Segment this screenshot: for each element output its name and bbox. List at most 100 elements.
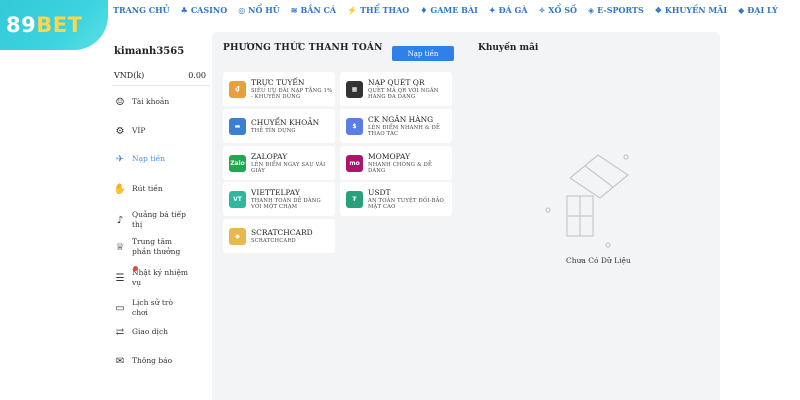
- zalopay-icon: Zalo: [229, 154, 246, 172]
- scratchcard-icon: ◆: [229, 227, 246, 245]
- sidebar-item-2[interactable]: ✈ Nạp tiền: [114, 153, 210, 165]
- balance-value: 0.00: [188, 71, 206, 80]
- empty-state-text: Chưa Có Dữ Liệu: [566, 256, 631, 265]
- brand-logo[interactable]: 89BET: [0, 0, 108, 50]
- payment-method-card[interactable]: ₮ USDT AN TOÀN TUYỆT ĐỐI-BẢO MẬT CAO: [340, 182, 452, 216]
- top-nav: TRANG CHỦ ♣ CASINO ◎ NỔ HŨ ≋ BẮN CÁ ⚡ THỂ THAO ♦ G…: [113, 4, 778, 16]
- sidebar-item-label: Quảng bá tiếp thị: [132, 210, 186, 229]
- sidebar-item-label: Nạp tiền: [132, 154, 166, 163]
- payment-method-desc: THANH TOÁN DỄ DÀNG VỚI MỘT CHẠM: [251, 197, 321, 211]
- momo-icon: mo: [346, 154, 363, 172]
- payment-method-desc: LÊN ĐIỂM NGAY SAU VÀI GIÂY: [251, 161, 326, 175]
- nav-item-5[interactable]: ♦ GAME BÀI: [420, 5, 478, 15]
- nav-item-6[interactable]: ✦ ĐÁ GÀ: [489, 5, 528, 15]
- notification-dot: [133, 266, 138, 271]
- payment-method-name: ZALOPAY: [251, 151, 288, 161]
- nav-item-label: ĐẠI LÝ: [747, 5, 778, 15]
- sidebar-item-label: Thông báo: [132, 356, 173, 365]
- payment-method-card[interactable]: ₫ TRỰC TUYẾN SIÊU ƯU ĐÃI NẠP TẶNG 1% - KHU…: [223, 72, 335, 106]
- megaphone-icon: ♪: [116, 214, 124, 226]
- gift-icon: ❖: [654, 5, 662, 15]
- empty-gift-icon: [545, 154, 630, 248]
- nav-item-9[interactable]: ❖ KHUYẾN MÃI: [655, 5, 727, 15]
- username: kimanh3565: [114, 46, 185, 57]
- nav-item-label: E-SPORTS: [597, 5, 644, 15]
- vip-icon: ⚙: [115, 125, 125, 137]
- balance-row: VND(k) 0.00: [114, 71, 206, 80]
- sidebar-item-4[interactable]: ♪ Quảng bá tiếp thị: [114, 210, 210, 230]
- nav-item-8[interactable]: ◈ E-SPORTS: [588, 5, 644, 15]
- sidebar-item-5[interactable]: ♕ Trung tâm phần thưởng: [114, 237, 210, 257]
- cockfight-icon: ✦: [488, 5, 496, 15]
- sidebar-item-label: VIP: [132, 126, 146, 135]
- payment-method-name: NẠP QUÉT QR: [368, 77, 425, 87]
- payment-method-card[interactable]: VT VIETTELPAY THANH TOÁN DỄ DÀNG VỚI MỘT C…: [223, 182, 335, 216]
- payment-method-desc: SIÊU ƯU ĐÃI NẠP TẶNG 1% - KHUYẾN DÙNG: [251, 87, 333, 101]
- sidebar-item-1[interactable]: ⚙ VIP: [114, 125, 210, 137]
- cards-icon: ♦: [420, 5, 428, 15]
- payment-method-card[interactable]: $ CK NGÂN HÀNG LÊN ĐIỂM NHANH & DỄ THAO TÁ…: [340, 109, 452, 143]
- user-icon: ☺: [115, 96, 125, 108]
- payment-methods-title: PHƯƠNG THỨC THANH TOÁN: [223, 43, 383, 53]
- casino-icon: ♣: [180, 5, 188, 15]
- lottery-icon: ✧: [538, 5, 546, 15]
- payment-method-card[interactable]: ◆ SCRATCHCARD SCRATCHCARD: [223, 219, 335, 253]
- sidebar-item-0[interactable]: ☺ Tài khoản: [114, 96, 210, 108]
- payment-method-desc: AN TOÀN TUYỆT ĐỐI-BẢO MẬT CAO: [368, 197, 444, 211]
- fish-icon: ≋: [290, 5, 298, 15]
- payment-method-desc: QUÉT MÃ QR VỚI NGÂN HÀNG ĐA DẠNG: [368, 87, 439, 101]
- sidebar-item-6[interactable]: ☰ Nhật ký nhiệm vụ: [114, 266, 210, 288]
- sidebar-item-7[interactable]: ▭ Lịch sử trò chơi: [114, 298, 210, 318]
- bank-transfer-icon: ▬: [229, 117, 246, 135]
- payment-method-card[interactable]: ▦ NẠP QUÉT QR QUÉT MÃ QR VỚI NGÂN HÀNG ĐA …: [340, 72, 452, 106]
- reward-icon: ♕: [115, 241, 125, 253]
- transaction-icon: ⇄: [115, 326, 125, 338]
- nav-item-4[interactable]: ⚡ THỂ THAO: [347, 5, 409, 15]
- sidebar-item-label: Lịch sử trò chơi: [132, 298, 173, 317]
- bank-icon: $: [346, 117, 363, 135]
- sidebar-item-label: Tài khoản: [132, 97, 170, 106]
- payment-method-card[interactable]: Zalo ZALOPAY LÊN ĐIỂM NGAY SAU VÀI GIÂY: [223, 146, 335, 180]
- payment-method-name: CK NGÂN HÀNG: [368, 114, 434, 124]
- nav-item-2[interactable]: ◎ NỔ HŨ: [238, 5, 280, 15]
- withdraw-icon: ✋: [113, 183, 127, 195]
- payment-method-card[interactable]: mo MOMOPAY NHANH CHÓNG & DỄ DÀNG: [340, 146, 452, 180]
- nav-item-label: BẮN CÁ: [300, 5, 337, 15]
- payment-method-name: MOMOPAY: [368, 151, 411, 161]
- jackpot-icon: ◎: [238, 5, 246, 15]
- nav-item-7[interactable]: ✧ XỔ SỐ: [539, 5, 577, 15]
- online-banking-icon: ₫: [229, 80, 246, 98]
- deposit-button[interactable]: Nạp tiền: [392, 46, 454, 61]
- nav-item-label: TRANG CHỦ: [113, 5, 170, 15]
- nav-item-3[interactable]: ≋ BẮN CÁ: [291, 5, 336, 15]
- sidebar-item-label: Giao dịch: [132, 327, 168, 336]
- nav-item-label: ĐÁ GÀ: [498, 5, 528, 15]
- qr-code-icon: ▦: [346, 80, 363, 98]
- mail-icon: ✉: [115, 355, 125, 367]
- currency-label: VND(k): [114, 71, 145, 80]
- payment-method-desc: LÊN ĐIỂM NHANH & DỄ THAO TÁC: [368, 124, 440, 138]
- nav-item-label: THỂ THAO: [360, 5, 410, 15]
- nav-item-label: CASINO: [190, 5, 228, 15]
- history-icon: ▭: [115, 302, 125, 314]
- task-icon: ☰: [115, 272, 125, 284]
- payment-method-desc: NHANH CHÓNG & DỄ DÀNG: [368, 161, 433, 175]
- payment-method-desc: SCRATCHCARD: [251, 237, 296, 244]
- promotions-title: Khuyến mãi: [478, 43, 539, 53]
- nav-item-0[interactable]: TRANG CHỦ: [113, 5, 170, 15]
- agent-icon: ◆: [738, 5, 745, 15]
- sidebar-item-9[interactable]: ✉ Thông báo: [114, 355, 210, 367]
- sidebar-divider: [112, 85, 210, 86]
- usdt-icon: ₮: [346, 190, 363, 208]
- payment-method-card[interactable]: ▬ CHUYỂN KHOẢN THẺ TÍN DỤNG: [223, 109, 335, 143]
- nav-item-10[interactable]: ◆ ĐẠI LÝ: [738, 5, 778, 15]
- nav-item-1[interactable]: ♣ CASINO: [181, 5, 228, 15]
- sidebar-item-3[interactable]: ✋ Rút tiền: [114, 183, 210, 195]
- sidebar-item-label: Rút tiền: [132, 184, 163, 193]
- sidebar-item-label: Trung tâm phần thưởng: [132, 237, 181, 256]
- account-sidebar: kimanh3565 VND(k) 0.00 ☺ Tài khoản ⚙ VIP ✈ Nạ…: [108, 38, 212, 400]
- nav-item-label: GAME BÀI: [430, 5, 478, 15]
- sidebar-item-8[interactable]: ⇄ Giao dịch: [114, 326, 210, 338]
- sports-icon: ⚡: [347, 5, 358, 15]
- payment-method-name: SCRATCHCARD: [251, 227, 313, 237]
